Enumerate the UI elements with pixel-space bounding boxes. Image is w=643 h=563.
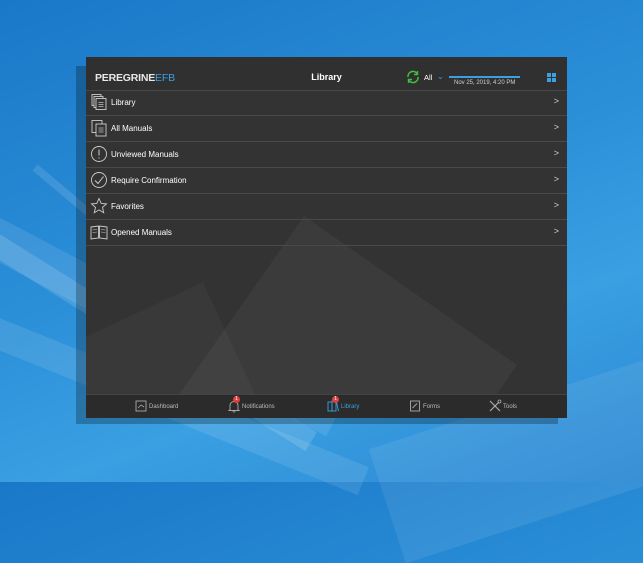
library-badge: 1	[332, 396, 339, 403]
manuals-icon	[91, 120, 107, 137]
tab-label: Tools	[503, 404, 518, 410]
library-icon	[91, 94, 107, 110]
chevron-right-icon: >	[553, 200, 559, 210]
chevron-down-icon[interactable]: ⌄	[437, 72, 444, 81]
tab-label: Library	[341, 404, 360, 410]
chevron-right-icon: >	[553, 122, 559, 132]
filter-dropdown[interactable]: All	[424, 73, 432, 82]
open-book-icon	[90, 225, 108, 240]
exclamation-circle-icon	[91, 146, 107, 162]
tools-icon	[489, 399, 502, 412]
chevron-right-icon: >	[553, 148, 559, 158]
menu-item-favorites[interactable]: Favorites >	[86, 194, 567, 220]
header-bar: PEREGRINEEFB Library All ⌄ Nov 25, 2019,…	[86, 57, 567, 91]
tab-label: Notifications	[242, 404, 275, 410]
grid-view-icon[interactable]	[547, 73, 556, 82]
chevron-right-icon: >	[553, 96, 559, 106]
menu-item-label: Library	[111, 98, 136, 107]
menu-item-opened-manuals[interactable]: Opened Manuals >	[86, 220, 567, 246]
sync-icon[interactable]	[405, 69, 421, 85]
app-window: PEREGRINEEFB Library All ⌄ Nov 25, 2019,…	[86, 57, 567, 418]
notification-badge: 1	[233, 396, 240, 403]
menu-item-label: Require Confirmation	[111, 176, 187, 185]
menu-item-label: Opened Manuals	[111, 228, 172, 237]
menu-item-label: Unviewed Manuals	[111, 150, 179, 159]
tab-label: Forms	[423, 404, 440, 410]
sync-progress-bar	[449, 76, 520, 78]
bottom-tab-bar: Dashboard 1 Notifications 1 Library Form…	[86, 394, 567, 418]
library-menu: Library > All Manuals > Unviewed Manuals…	[86, 90, 567, 246]
menu-item-require-confirmation[interactable]: Require Confirmation >	[86, 168, 567, 194]
last-sync-timestamp: Nov 25, 2019, 4:20 PM	[454, 80, 516, 86]
forms-icon	[410, 400, 420, 412]
tab-label: Dashboard	[149, 404, 179, 410]
menu-item-label: All Manuals	[111, 124, 153, 133]
star-icon	[90, 197, 108, 214]
dashboard-icon	[135, 400, 147, 412]
checkmark-circle-icon	[91, 172, 107, 188]
menu-item-unviewed-manuals[interactable]: Unviewed Manuals >	[86, 142, 567, 168]
menu-item-library[interactable]: Library >	[86, 90, 567, 116]
chevron-right-icon: >	[553, 226, 559, 236]
menu-item-all-manuals[interactable]: All Manuals >	[86, 116, 567, 142]
menu-item-label: Favorites	[111, 202, 144, 211]
chevron-right-icon: >	[553, 174, 559, 184]
